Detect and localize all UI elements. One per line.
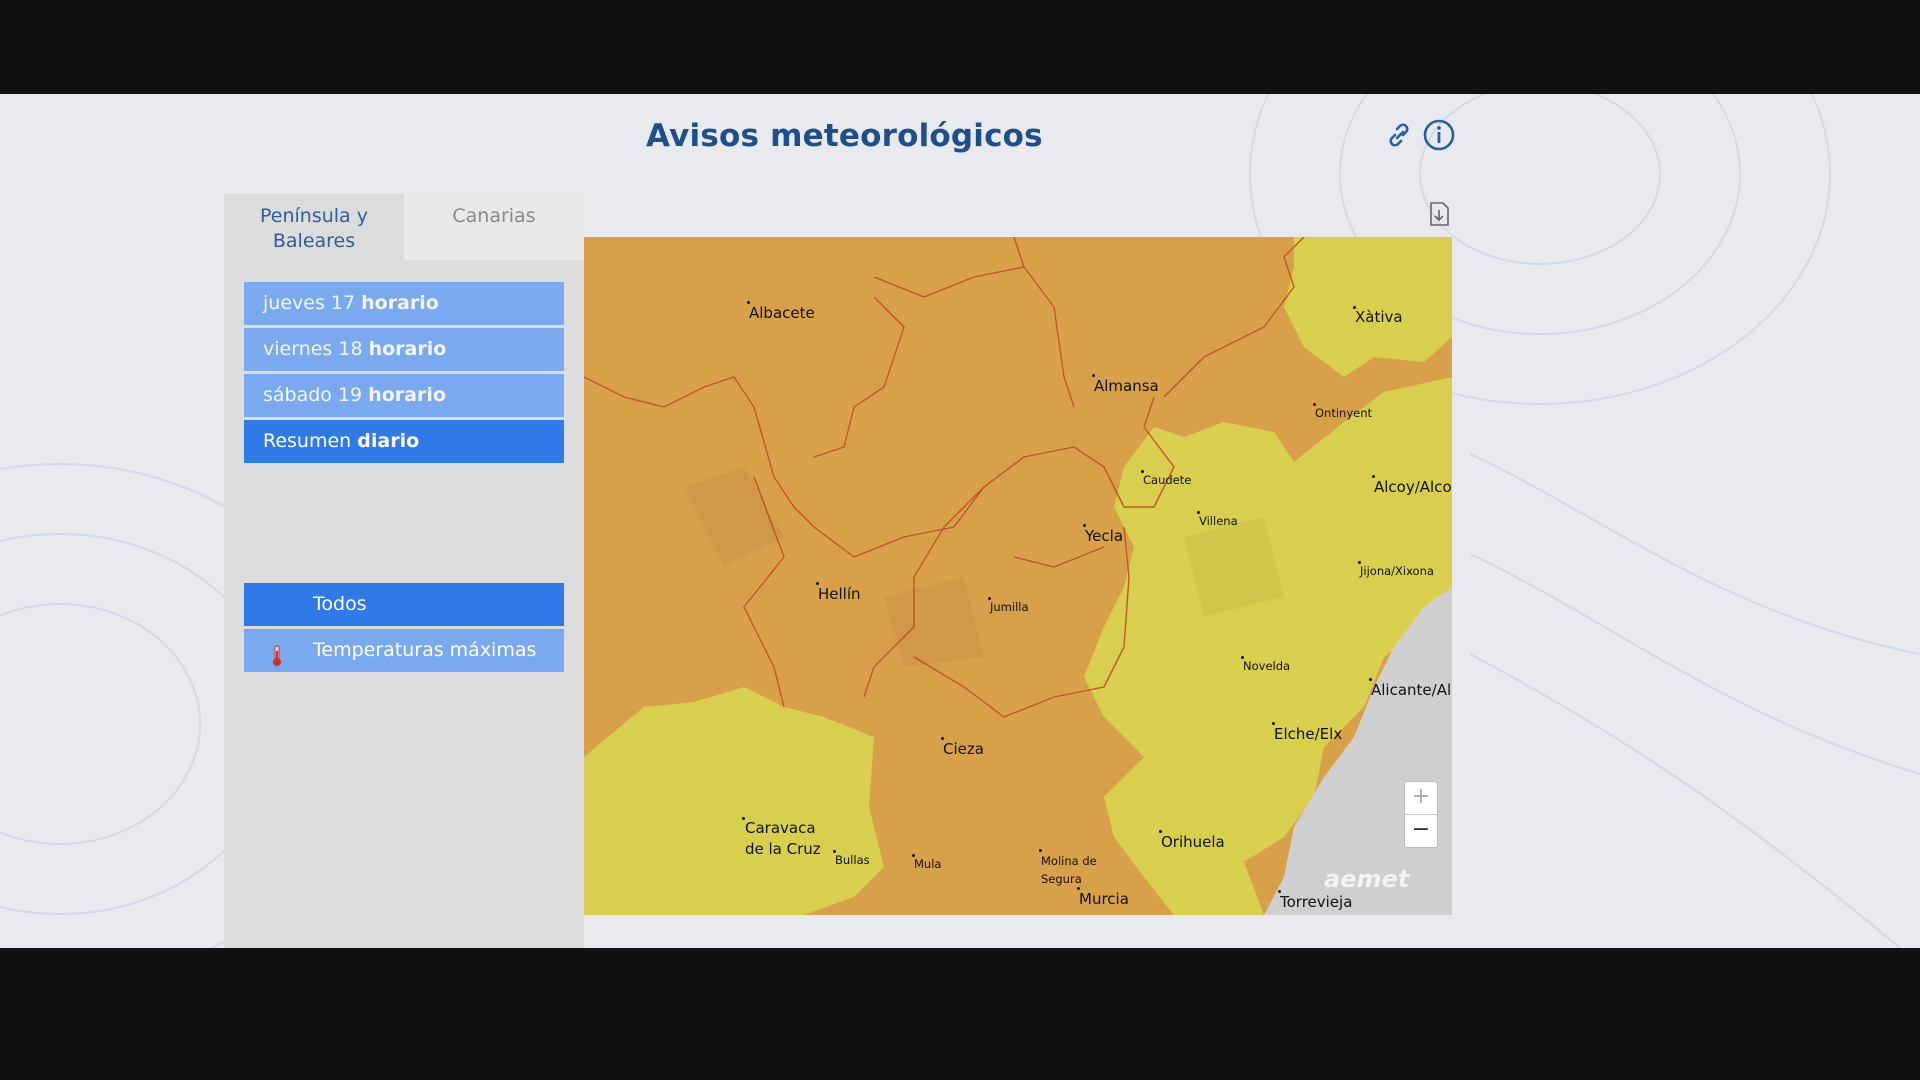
city-label: Yecla <box>1085 527 1124 545</box>
phenomenon-filters: Todos Temperaturas máximas <box>244 583 564 675</box>
city-label: Jumilla <box>990 600 1029 614</box>
city-label: Albacete <box>749 304 815 322</box>
day-item-sabado[interactable]: sábado 19 horario <box>244 374 564 417</box>
filter-todos[interactable]: Todos <box>244 583 564 626</box>
zoom-out-button[interactable]: − <box>1405 815 1437 847</box>
city-label: Novelda <box>1243 659 1291 673</box>
city-label: Mula <box>914 857 942 871</box>
city-label: Caravaca de la Cruz <box>745 819 821 858</box>
city-label: Jijona/Xixona <box>1360 564 1434 578</box>
app-frame: Avisos meteorológicos Península y Balear… <box>0 94 1920 948</box>
tab-canarias[interactable]: Canarias <box>404 194 584 260</box>
city-label: Orihuela <box>1161 833 1225 851</box>
city-label: Torrevieja <box>1280 893 1353 911</box>
city-label: Caudete <box>1143 473 1192 487</box>
day-list: jueves 17 horario viernes 18 horario sáb… <box>244 282 564 466</box>
city-label: Alicante/Ali <box>1371 681 1452 699</box>
city-label: Cieza <box>943 740 984 758</box>
region-tabs: Península y Baleares Canarias <box>224 194 584 260</box>
city-label: Elche/Elx <box>1274 725 1343 743</box>
aemet-logo: aemet <box>1324 865 1410 893</box>
header-actions <box>1382 118 1456 152</box>
city-label: Hellín <box>818 585 861 603</box>
page-title: Avisos meteorológicos <box>646 118 1043 154</box>
warnings-map[interactable]: Albacete Xàtiva Almansa Ontinyent Caudet… <box>584 237 1452 915</box>
city-label: Ontinyent <box>1315 406 1373 420</box>
tab-peninsula[interactable]: Península y Baleares <box>224 194 404 260</box>
download-icon[interactable] <box>1428 201 1450 227</box>
day-item-resumen[interactable]: Resumen diario <box>244 420 564 463</box>
zoom-controls: + − <box>1404 781 1438 848</box>
city-label: Bullas <box>835 853 870 867</box>
map-regions <box>584 237 1452 915</box>
city-label: Molina de Segura <box>1041 854 1097 886</box>
city-label: Xàtiva <box>1355 308 1403 326</box>
zoom-in-button[interactable]: + <box>1405 782 1437 815</box>
city-label: Murcia <box>1079 890 1129 908</box>
thermometer-icon <box>270 640 284 666</box>
filter-temperaturas-maximas[interactable]: Temperaturas máximas <box>244 629 564 672</box>
city-label: Almansa <box>1094 377 1159 395</box>
city-label: Villena <box>1199 514 1238 528</box>
day-item-jueves[interactable]: jueves 17 horario <box>244 282 564 325</box>
side-panel: Península y Baleares Canarias jueves 17 … <box>224 194 584 948</box>
day-item-viernes[interactable]: viernes 18 horario <box>244 328 564 371</box>
city-label: Alcoy/Alco <box>1374 478 1452 496</box>
info-icon[interactable] <box>1422 118 1456 152</box>
link-icon[interactable] <box>1382 118 1416 152</box>
